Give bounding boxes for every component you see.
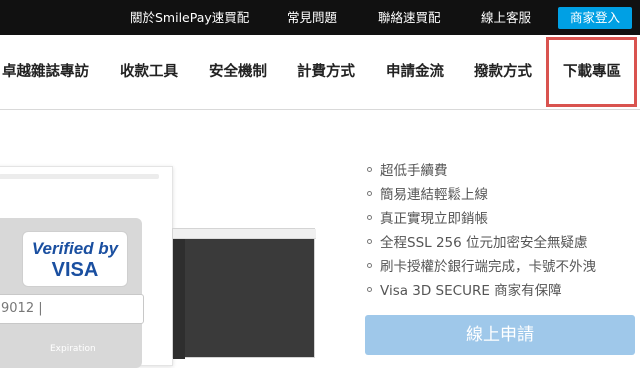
card-number-field: 9012 | bbox=[0, 294, 144, 324]
nav-item-security[interactable]: 安全機制 bbox=[209, 35, 267, 110]
nav-item-magazine-interview[interactable]: 卓越雜誌專訪 bbox=[2, 35, 89, 110]
online-support-link[interactable]: 線上客服 bbox=[481, 0, 531, 35]
bullet-icon bbox=[367, 166, 372, 172]
nav-item-payout[interactable]: 撥款方式 bbox=[474, 35, 532, 110]
feature-item: 超低手續費 bbox=[367, 161, 448, 181]
bullet-icon bbox=[367, 286, 372, 292]
about-smilepay-link[interactable]: 關於SmilePay速買配 bbox=[130, 0, 249, 35]
card-number-value: 9012 bbox=[1, 301, 35, 316]
nav-item-pricing[interactable]: 計費方式 bbox=[297, 35, 355, 110]
visa-logo-line1: Verified by bbox=[31, 239, 119, 258]
visa-logo-line2: VISA bbox=[51, 259, 99, 281]
feature-item: 刷卡授權於銀行端完成，卡號不外洩 bbox=[367, 257, 596, 277]
bullet-icon bbox=[367, 190, 372, 196]
faq-link[interactable]: 常見問題 bbox=[287, 0, 337, 35]
bullet-icon bbox=[367, 238, 372, 244]
top-utility-bar: 關於SmilePay速買配 常見問題 聯絡速買配 線上客服 商家登入 bbox=[0, 0, 640, 35]
contact-link[interactable]: 聯絡速買配 bbox=[378, 0, 441, 35]
code-editor-mockup bbox=[172, 228, 316, 359]
feature-item: 真正實現立即銷帳 bbox=[367, 209, 488, 229]
verified-by-visa-logo: Verified by VISA bbox=[22, 231, 128, 287]
feature-item: 全程SSL 256 位元加密安全無疑慮 bbox=[367, 233, 588, 253]
hero-section: Verified by VISA 9012 | Expiration 超低手續費… bbox=[0, 111, 640, 368]
bullet-icon bbox=[367, 262, 372, 268]
nav-item-apply-payment[interactable]: 申請金流 bbox=[386, 35, 444, 110]
browser-address-bar bbox=[0, 174, 159, 179]
main-nav: 卓越雜誌專訪 收款工具 安全機制 計費方式 申請金流 撥款方式 下載專區 bbox=[0, 35, 640, 110]
expiry-label: Expiration bbox=[50, 344, 96, 354]
code-editor-titlebar bbox=[173, 229, 316, 239]
nav-item-payment-tools[interactable]: 收款工具 bbox=[120, 35, 178, 110]
apply-online-button[interactable]: 線上申請 bbox=[365, 315, 635, 355]
bullet-icon bbox=[367, 214, 372, 220]
code-editor-gutter bbox=[173, 239, 185, 359]
feature-item: Visa 3D SECURE 商家有保障 bbox=[367, 281, 562, 301]
merchant-login-button[interactable]: 商家登入 bbox=[558, 7, 632, 29]
downloads-highlight-box bbox=[546, 37, 637, 107]
feature-item: 簡易連結輕鬆上線 bbox=[367, 185, 488, 205]
